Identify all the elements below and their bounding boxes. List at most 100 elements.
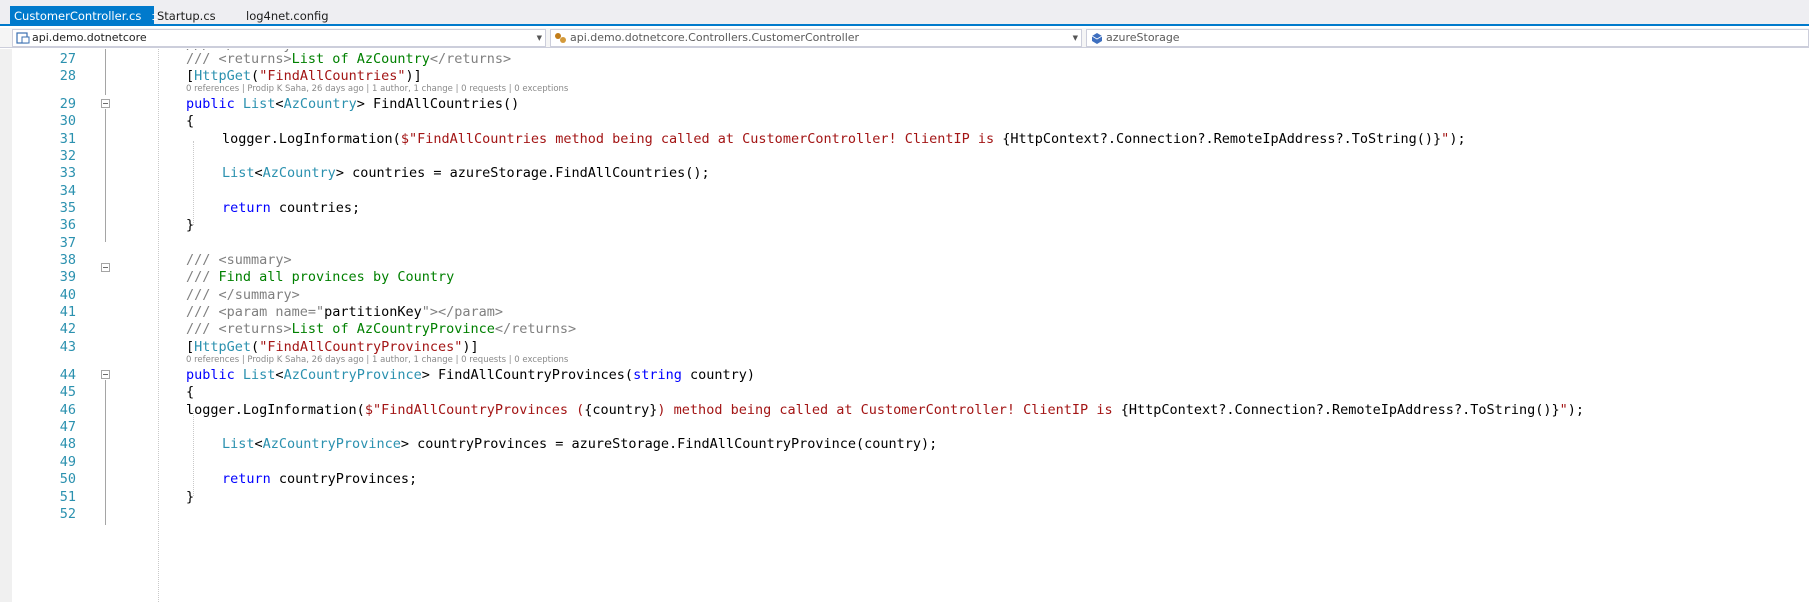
code-token: { [186,113,195,129]
code-token: "FindAllCountries" [259,68,406,84]
code-token: countries; [278,200,361,216]
code-token: {country} [584,402,658,418]
code-token: List of AzCountryProvince [291,321,495,337]
tab-startup[interactable]: Startup.cs [157,6,216,26]
code-token: ( [251,339,260,355]
project-dropdown[interactable]: api.demo.dotnetcore ▼ [12,29,546,47]
code-token: "></param> [421,304,503,320]
outline-line [105,109,106,242]
code-token: string [633,367,682,383]
code-token: )] [405,68,422,84]
type-scope-dropdown[interactable]: api.demo.dotnetcore.Controllers.Customer… [550,29,1082,47]
code-text: List<AzCountry> countries = azureStorage… [222,163,710,183]
code-line[interactable]: 30 { [0,111,1809,131]
code-editor[interactable]: 26/// </summary>27/// <returns>List of A… [0,49,1809,602]
outline-line [105,49,106,95]
project-name: api.demo.dotnetcore [32,31,147,44]
collapse-region-icon[interactable] [101,263,110,272]
code-token: " [1559,402,1568,418]
indent-guide [193,411,194,496]
indent-guide [158,49,159,602]
code-text: /// Find all provinces by Country [186,267,454,287]
code-token: List [222,165,255,181]
line-number: 45 [59,384,76,400]
field-icon [1091,33,1103,44]
member-name: azureStorage [1106,31,1180,44]
tab-label: log4net.config [246,9,329,23]
code-token: < [254,165,263,181]
document-tab-strip: CustomerController.cs ⊐ ✕ Startup.cs log4n… [0,0,1809,26]
code-text: /// <returns>List of AzCountryProvince</… [186,319,576,339]
codelens-info[interactable]: 0 references | Prodip K Saha, 26 days ag… [186,83,1686,95]
code-line[interactable]: 52 [0,504,1809,524]
tab-customer-controller[interactable]: CustomerController.cs ⊐ ✕ [10,6,178,26]
code-token: /// [186,269,219,285]
code-token: > countries = azureStorage.FindAllCountr… [335,165,710,181]
line-number: 36 [59,217,76,233]
code-token: /// </summary> [186,287,300,303]
code-token: < [275,96,284,112]
line-number: 42 [59,321,76,337]
code-line[interactable]: 42 /// <returns>List of AzCountryProvince… [0,319,1809,339]
member-dropdown[interactable]: azureStorage [1086,29,1809,47]
code-text: { [186,382,194,402]
tab-log4net-config[interactable]: log4net.config [246,6,329,26]
code-token: )] [462,339,479,355]
line-number: 43 [59,339,76,355]
code-token: { [186,384,195,400]
code-token: partitionKey [324,304,422,320]
code-token: public [186,96,243,112]
chevron-down-icon[interactable]: ▼ [537,30,542,46]
code-line[interactable]: 48 List<AzCountryProvince> countryProvinc… [0,434,1809,454]
outline-line [105,380,106,514]
code-line[interactable]: 45 { [0,382,1809,402]
chevron-down-icon[interactable]: ▼ [1073,30,1078,46]
csharp-project-icon [16,32,30,44]
tab-label: CustomerController.cs [14,9,142,23]
collapse-region-icon[interactable] [101,370,110,379]
code-text: { [186,111,194,131]
codelens-info[interactable]: 0 references | Prodip K Saha, 26 days ag… [186,354,1686,366]
line-number: 50 [59,471,76,487]
type-scope-name: api.demo.dotnetcore.Controllers.Customer… [570,31,860,44]
code-token: ); [1567,402,1585,418]
code-token: [ [186,339,195,355]
code-token: HttpGet [194,68,252,84]
code-token: List of AzCountry [291,51,430,67]
code-token: AzCountry [262,165,336,181]
outline-line [105,505,106,525]
code-token: < [254,436,263,452]
code-token: {HttpContext?.Connection?.RemoteIpAddres… [1120,402,1560,418]
code-line[interactable]: 39 /// Find all provinces by Country [0,267,1809,287]
line-number: 28 [59,68,76,84]
code-token: </returns> [429,51,512,67]
code-line[interactable]: 36} [0,215,1809,235]
code-token: HttpGet [194,339,252,355]
code-token: [ [186,68,195,84]
code-token: List [242,96,276,112]
code-token: < [275,367,284,383]
code-line[interactable]: 50 return countryProvinces; [0,469,1809,489]
tab-label: Startup.cs [157,9,216,23]
code-token: ); [1449,131,1466,147]
code-token: countryProvinces; [278,471,418,487]
code-token: > countryProvinces = azureStorage.FindAl… [400,436,938,452]
indent-guide [193,141,194,225]
code-text: return countryProvinces; [222,469,417,489]
code-token: logger.LogInformation( [222,131,401,147]
code-token: /// <returns> [186,321,292,337]
line-number: 30 [59,113,76,129]
code-token: List [222,436,255,452]
code-token: /// [186,51,219,67]
navigation-bar: api.demo.dotnetcore ▼ api.demo.dotnetcor… [0,28,1809,48]
code-line[interactable]: 33 List<AzCountry> countries = azureStora… [0,163,1809,183]
code-token: </returns> [494,321,577,337]
collapse-region-icon[interactable] [101,99,110,108]
code-token: return [222,200,279,216]
code-token: return [222,471,279,487]
code-token: List [242,367,276,383]
class-icon [555,33,566,43]
code-token: Find all provinces by Country [218,269,455,285]
code-token: public [186,367,243,383]
line-number: 33 [59,165,76,181]
